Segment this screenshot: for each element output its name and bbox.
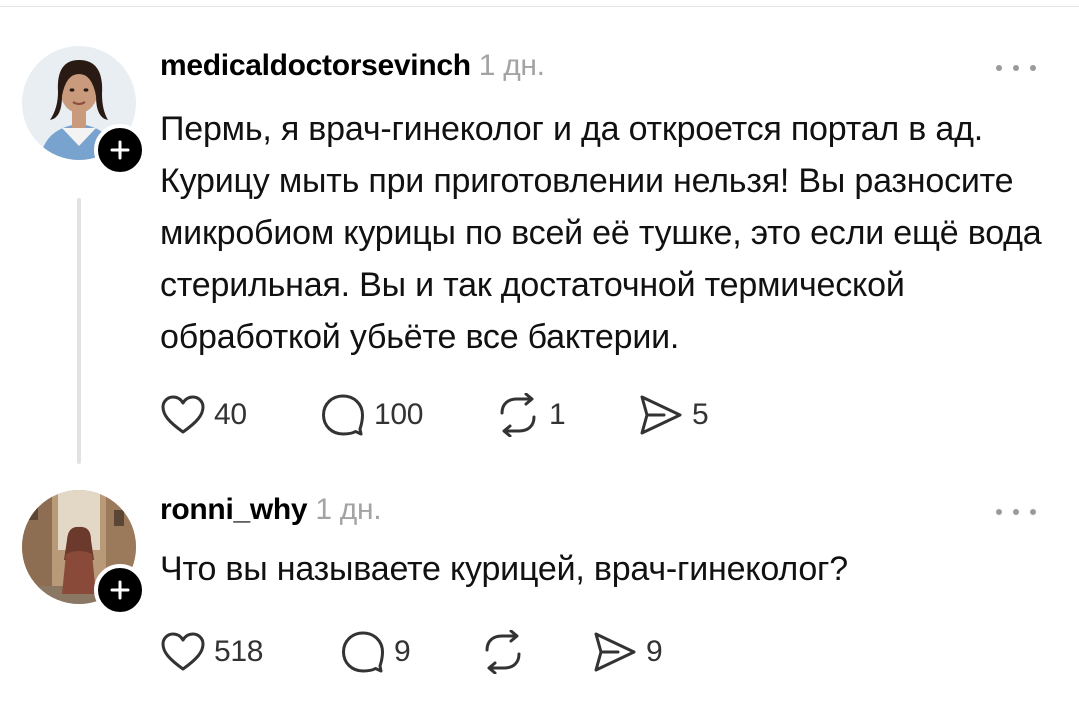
repost-button[interactable]: 1 xyxy=(495,393,566,437)
more-dots-icon[interactable] xyxy=(996,62,1036,74)
post-text: Пермь, я врач-гинеколог и да откроется п… xyxy=(160,110,1042,356)
username-text[interactable]: medicaldoctorsevinch xyxy=(160,49,471,82)
send-icon xyxy=(640,395,682,435)
comment-button[interactable]: 100 xyxy=(320,393,423,437)
send-icon xyxy=(594,632,636,672)
comment-bubble-icon xyxy=(322,394,364,436)
repost-button[interactable] xyxy=(480,630,534,674)
username[interactable]: ronni_why 1 дн. xyxy=(160,493,382,527)
share-count: 5 xyxy=(692,398,709,431)
comment-count: 100 xyxy=(374,398,424,431)
comment-button[interactable]: 9 xyxy=(340,630,411,674)
repost-count: 1 xyxy=(549,398,566,431)
share-count: 9 xyxy=(646,635,663,668)
like-count: 40 xyxy=(214,398,247,431)
follow-button[interactable] xyxy=(94,564,146,616)
heart-icon xyxy=(161,395,205,434)
share-button[interactable]: 5 xyxy=(638,393,709,437)
like-button[interactable]: 40 xyxy=(160,393,247,437)
share-button[interactable]: 9 xyxy=(592,630,663,674)
plus-icon xyxy=(110,140,130,160)
repost-arrows-icon xyxy=(485,630,521,674)
repost-arrows-icon xyxy=(500,393,536,437)
plus-icon xyxy=(110,580,130,600)
username-text[interactable]: ronni_why xyxy=(160,493,308,526)
thread-line xyxy=(77,198,81,464)
comment-bubble-icon xyxy=(342,631,384,673)
follow-button[interactable] xyxy=(94,124,146,176)
timestamp: 1 дн. xyxy=(315,493,382,526)
more-dots-icon[interactable] xyxy=(996,506,1036,518)
comment-count: 9 xyxy=(394,635,411,668)
heart-icon xyxy=(161,632,205,671)
timestamp: 1 дн. xyxy=(478,49,545,82)
username[interactable]: medicaldoctorsevinch 1 дн. xyxy=(160,49,545,83)
post-text: Что вы называете курицей, врач-гинеколог… xyxy=(160,550,848,588)
like-button[interactable]: 518 xyxy=(160,630,263,674)
top-divider xyxy=(0,6,1079,7)
like-count: 518 xyxy=(214,635,264,668)
